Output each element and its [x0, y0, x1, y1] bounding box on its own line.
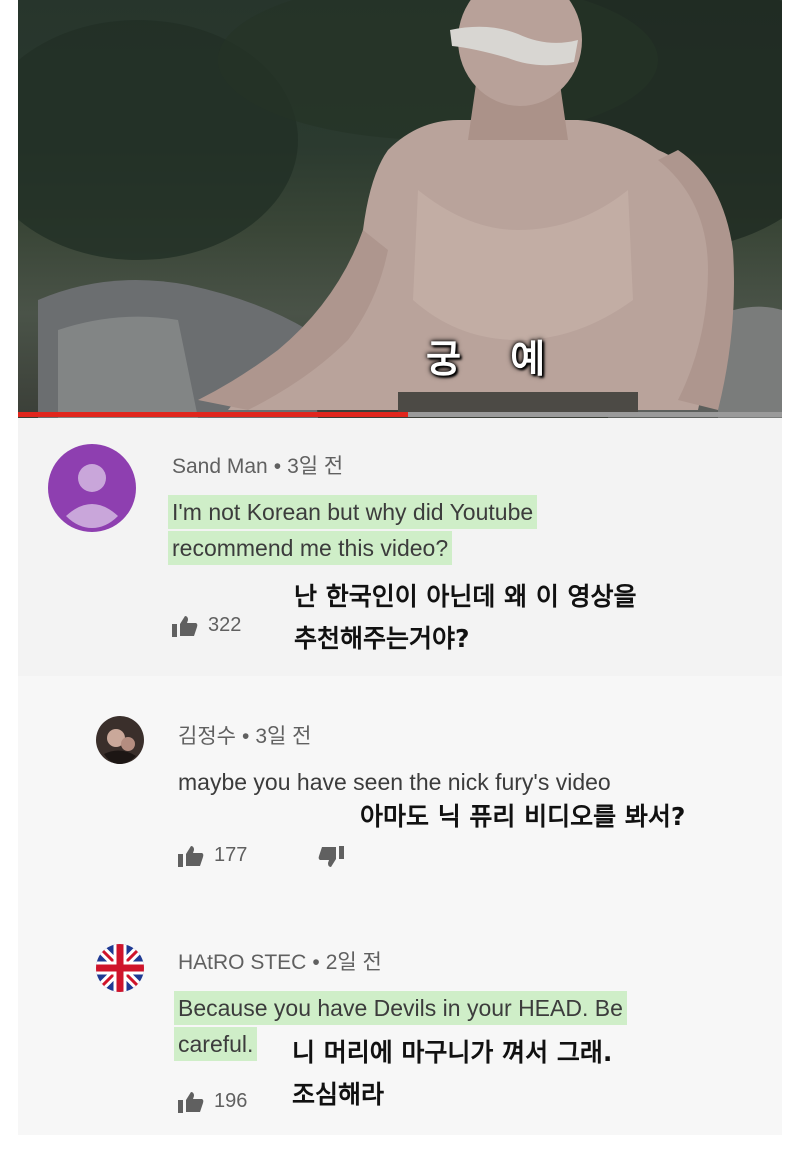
comment-text: maybe you have seen the nick fury's vide…: [178, 764, 611, 800]
union-jack-flag-icon[interactable]: [96, 944, 144, 992]
like-control[interactable]: 322: [172, 614, 241, 637]
comment-meta: Sand Man • 3일 전: [172, 450, 343, 480]
video-player[interactable]: 궁 예: [18, 0, 782, 418]
thumbs-up-icon[interactable]: [172, 615, 198, 637]
like-count: 322: [208, 614, 242, 636]
korean-translation: 니 머리에 마구니가 껴서 그래. 조심해라: [292, 1032, 612, 1116]
meta-separator: •: [241, 725, 250, 748]
translation-line: 니 머리에 마구니가 껴서 그래.: [292, 1038, 613, 1067]
video-subtitle: 궁 예: [426, 337, 564, 381]
translation-line: 난 한국인이 아닌데 왜 이 영상을: [294, 582, 637, 611]
comment-meta: 김정수 • 3일 전: [178, 720, 311, 750]
video-progress-fill: [18, 412, 408, 417]
like-count: 196: [214, 1090, 248, 1112]
user-avatar-icon[interactable]: [48, 444, 136, 532]
comment-author[interactable]: Sand Man: [172, 455, 268, 478]
comment-sand-man: Sand Man • 3일 전 I'm not Korean but why did…: [18, 418, 782, 676]
comment-text-line: careful.: [178, 1031, 254, 1057]
dislike-control[interactable]: [318, 846, 344, 868]
translation-line: 아마도 닉 퓨리 비디오를 봐서?: [360, 802, 686, 831]
comment-text-line: I'm not Korean but why did Youtube: [172, 499, 534, 525]
comment-time: 2일 전: [325, 951, 382, 974]
meta-separator: •: [273, 455, 282, 478]
comment-author[interactable]: 김정수: [178, 725, 236, 748]
comment-meta: HAtRO STEC • 2일 전: [178, 946, 382, 976]
thumbs-up-icon[interactable]: [178, 845, 204, 867]
like-control[interactable]: 177: [178, 844, 247, 867]
comment-kim-jeongsu: 김정수 • 3일 전 maybe you have seen the nick fu…: [18, 676, 782, 914]
like-count: 177: [214, 844, 248, 866]
user-avatar-icon[interactable]: [96, 716, 144, 764]
comment-hatro-stec: HAtRO STEC • 2일 전 Because you have Devils …: [18, 914, 782, 1135]
korean-translation: 난 한국인이 아닌데 왜 이 영상을 추천해주는거야?: [294, 576, 637, 660]
comment-author[interactable]: HAtRO STEC: [178, 951, 306, 974]
comment-time: 3일 전: [255, 725, 312, 748]
meta-separator: •: [312, 951, 320, 974]
like-control[interactable]: 196: [178, 1090, 247, 1113]
screenshot-frame: 궁 예 Sand Man • 3일 전 I'm not Korean but why…: [18, 0, 782, 1135]
comment-text-line: recommend me this video?: [172, 535, 449, 561]
translation-line: 조심해라: [292, 1080, 385, 1109]
video-progress-bar[interactable]: [18, 412, 782, 417]
thumbs-down-icon[interactable]: [318, 846, 344, 868]
comment-text-line: Because you have Devils in your HEAD. Be: [178, 995, 623, 1021]
comment-text-line: maybe you have seen the nick fury's vide…: [178, 769, 611, 795]
video-frame-image: [18, 0, 782, 418]
korean-translation: 아마도 닉 퓨리 비디오를 봐서?: [360, 796, 685, 838]
thumbs-up-icon[interactable]: [178, 1091, 204, 1113]
comment-time: 3일 전: [287, 455, 344, 478]
translation-line: 추천해주는거야?: [294, 624, 470, 653]
comment-text: I'm not Korean but why did Youtube recom…: [172, 494, 534, 566]
